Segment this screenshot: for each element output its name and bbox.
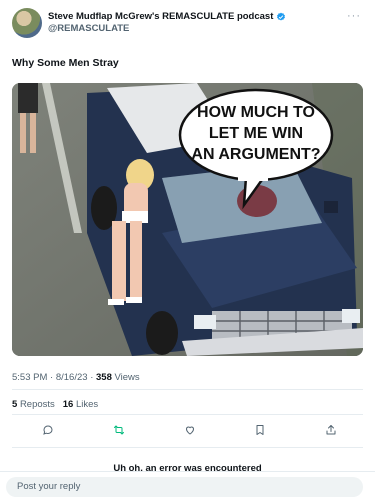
meta-separator: · [90,372,94,383]
reposts-count: 5 [12,399,18,410]
repost-icon[interactable] [113,424,125,436]
reply-input[interactable]: Post your reply [6,477,363,497]
like-icon[interactable] [184,424,196,436]
reposts-label: Reposts [19,399,55,410]
meme-illustration: HOW MUCH TO LET ME WIN AN ARGUMENT? [12,83,363,356]
verified-badge-icon [277,12,286,20]
more-options-icon[interactable]: ··· [347,10,361,22]
reply-icon[interactable] [42,424,54,436]
reposts-stat[interactable]: 5 Reposts [12,399,57,410]
avatar[interactable] [12,8,42,38]
tweet-date[interactable]: 8/16/23 [56,372,88,383]
share-icon[interactable] [325,424,337,436]
speech-bubble-line-3: AN ARGUMENT? [191,146,320,163]
likes-stat[interactable]: 16 Likes [63,399,98,410]
tweet-image[interactable]: HOW MUCH TO LET ME WIN AN ARGUMENT? [12,83,363,356]
action-bar [12,424,363,440]
tweet-meta: 5:53 PM · 8/16/23 · 358 Views [12,372,140,383]
speech-bubble-line-1: HOW MUCH TO [197,104,315,121]
meta-separator: · [50,372,54,383]
tweet-header: Steve Mudflap McGrew's REMASCULATE podca… [12,8,363,40]
divider [12,447,363,448]
author-name-row[interactable]: Steve Mudflap McGrew's REMASCULATE podca… [48,11,286,22]
views-count: 358 [96,372,112,383]
bookmark-icon[interactable] [254,424,266,436]
tweet-text: Why Some Men Stray [12,57,119,69]
likes-count: 16 [62,399,74,410]
author-handle[interactable]: @REMASCULATE [48,23,129,34]
likes-label: Likes [75,399,99,410]
tweet-time[interactable]: 5:53 PM [12,372,47,383]
views-label: Views [114,372,140,383]
divider [12,414,363,415]
reply-bar: Post your reply [0,471,375,500]
author-display-name[interactable]: Steve Mudflap McGrew's REMASCULATE podca… [48,11,273,22]
speech-bubble-line-2: LET ME WIN [209,125,303,142]
engagement-stats: 5 Reposts 16 Likes [12,399,98,410]
divider [12,389,363,390]
